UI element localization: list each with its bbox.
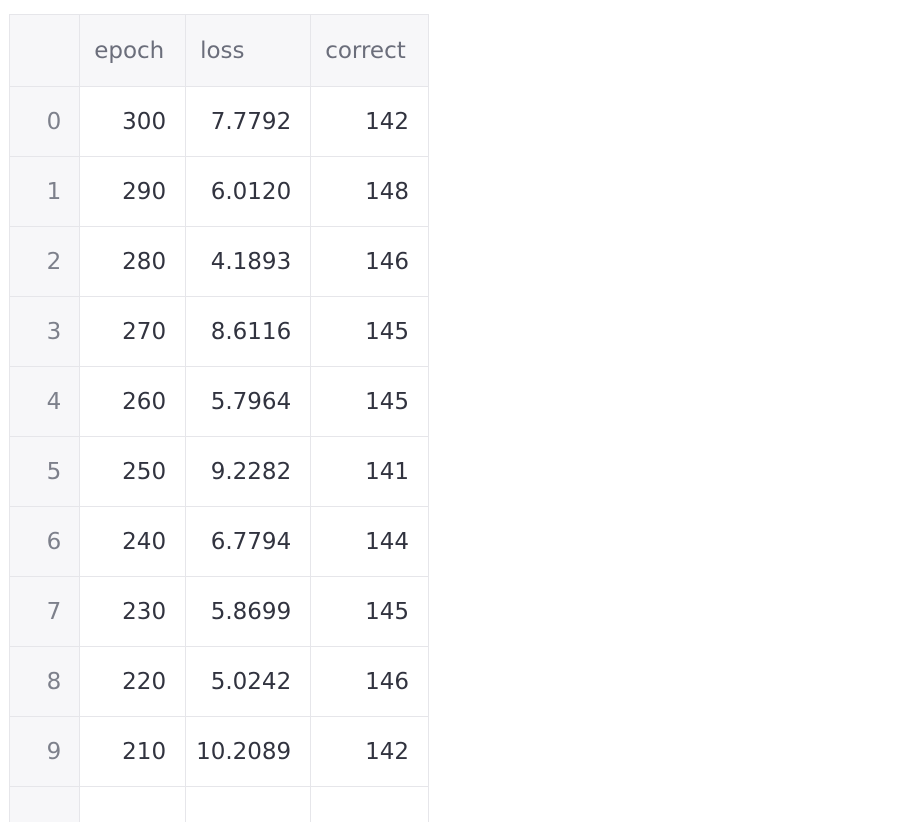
row-index-cell: 9 [9,716,81,787]
table-row: 9 210 10.2089 142 [9,716,429,787]
cell-loss[interactable]: 9.2282 [185,436,312,507]
cell-correct[interactable]: 144 [310,506,429,577]
cell-correct[interactable] [310,786,429,822]
table-row: 1 290 6.0120 148 [9,156,429,227]
cell-loss[interactable]: 6.7794 [185,506,312,577]
cell-correct[interactable]: 146 [310,226,429,297]
data-table: epoch loss correct 0 300 7.7792 142 1 290 6.01… [9,14,429,822]
column-header-loss[interactable]: loss [185,14,312,87]
cell-correct[interactable]: 141 [310,436,429,507]
table-row: 3 270 8.6116 145 [9,296,429,367]
table-row: 7 230 5.8699 145 [9,576,429,647]
cell-epoch[interactable]: 250 [79,436,187,507]
cell-loss[interactable]: 10.2089 [185,716,312,787]
table-row-partial [9,786,429,822]
row-index-cell: 0 [9,86,81,157]
table-row: 0 300 7.7792 142 [9,86,429,157]
cell-epoch[interactable]: 270 [79,296,187,367]
cell-correct[interactable]: 145 [310,366,429,437]
row-index-cell: 5 [9,436,81,507]
cell-epoch[interactable]: 290 [79,156,187,227]
cell-epoch[interactable]: 210 [79,716,187,787]
table-row: 6 240 6.7794 144 [9,506,429,577]
row-index-cell: 8 [9,646,81,717]
cell-loss[interactable]: 8.6116 [185,296,312,367]
table-row: 4 260 5.7964 145 [9,366,429,437]
cell-epoch[interactable] [79,786,187,822]
dataframe-viewer[interactable]: epoch loss correct 0 300 7.7792 142 1 290 6.01… [9,14,429,822]
cell-correct[interactable]: 148 [310,156,429,227]
cell-correct[interactable]: 145 [310,296,429,367]
row-index-cell: 1 [9,156,81,227]
column-header-index[interactable] [9,14,81,87]
cell-loss[interactable]: 7.7792 [185,86,312,157]
cell-epoch[interactable]: 230 [79,576,187,647]
cell-epoch[interactable]: 280 [79,226,187,297]
row-index-cell: 7 [9,576,81,647]
table-header: epoch loss correct [9,14,429,87]
cell-correct[interactable]: 142 [310,86,429,157]
table-row: 5 250 9.2282 141 [9,436,429,507]
cell-epoch[interactable]: 260 [79,366,187,437]
cell-loss[interactable]: 5.0242 [185,646,312,717]
table-row: 2 280 4.1893 146 [9,226,429,297]
table-body: 0 300 7.7792 142 1 290 6.0120 148 2 280 4.1893 146 3… [9,86,429,822]
cell-correct[interactable]: 142 [310,716,429,787]
row-index-cell: 3 [9,296,81,367]
cell-loss[interactable]: 5.8699 [185,576,312,647]
header-row: epoch loss correct [9,14,429,87]
cell-correct[interactable]: 145 [310,576,429,647]
row-index-cell: 2 [9,226,81,297]
cell-loss[interactable] [185,786,312,822]
column-header-epoch[interactable]: epoch [79,14,187,87]
cell-epoch[interactable]: 300 [79,86,187,157]
cell-epoch[interactable]: 240 [79,506,187,577]
cell-correct[interactable]: 146 [310,646,429,717]
row-index-cell: 6 [9,506,81,577]
cell-epoch[interactable]: 220 [79,646,187,717]
row-index-cell: 4 [9,366,81,437]
column-header-correct[interactable]: correct [310,14,429,87]
row-index-cell [9,786,81,822]
table-row: 8 220 5.0242 146 [9,646,429,717]
cell-loss[interactable]: 5.7964 [185,366,312,437]
cell-loss[interactable]: 6.0120 [185,156,312,227]
cell-loss[interactable]: 4.1893 [185,226,312,297]
